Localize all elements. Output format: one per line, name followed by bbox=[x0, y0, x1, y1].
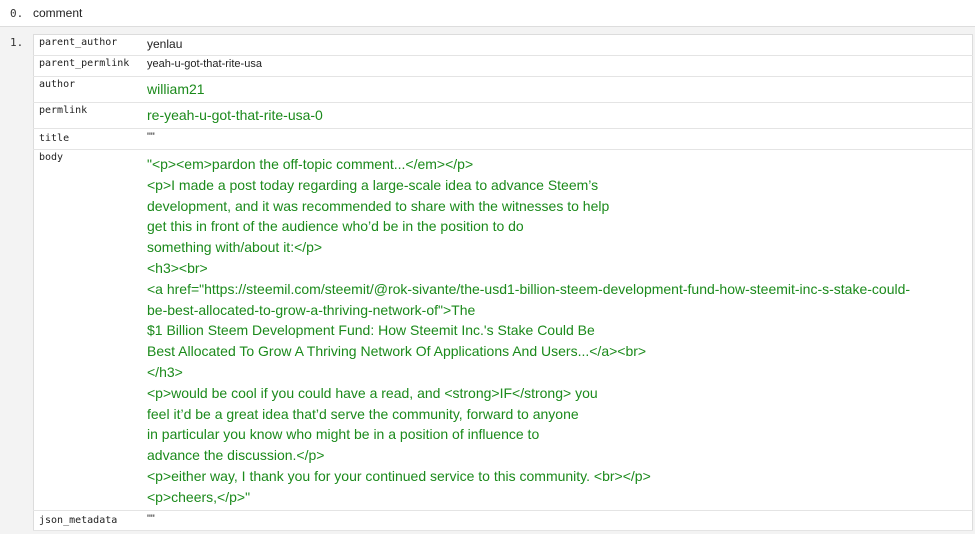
body-line: <h3><br> bbox=[147, 259, 208, 276]
field-value-title: "" bbox=[143, 128, 973, 150]
field-key: parent_permlink bbox=[33, 55, 143, 77]
field-row-parent-permlink: parent_permlink yeah-u-got-that-rite-usa bbox=[33, 55, 973, 77]
body-line: $1 Billion Steem Development Fund: How S… bbox=[147, 322, 595, 339]
operation-row-1: 1. parent_author yenlau parent_permlink … bbox=[0, 27, 975, 534]
operation-row-0: 0. comment bbox=[0, 0, 975, 27]
field-key: body bbox=[33, 149, 143, 511]
field-row-parent-author: parent_author yenlau bbox=[33, 34, 973, 56]
body-line: <a href="https://steemil.com/steemit/@ro… bbox=[147, 280, 911, 297]
field-row-permlink: permlink re-yeah-u-got-that-rite-usa-0 bbox=[33, 102, 973, 129]
operation-type: comment bbox=[33, 6, 83, 20]
body-line: <p>I made a post today regarding a large… bbox=[147, 176, 599, 193]
field-value-parent-permlink: yeah-u-got-that-rite-usa bbox=[143, 55, 973, 77]
body-line: something with/about it:</p> bbox=[147, 239, 323, 256]
field-key: author bbox=[33, 76, 143, 103]
body-line: in particular you know who might be in a… bbox=[147, 426, 540, 443]
field-value-permlink: re-yeah-u-got-that-rite-usa-0 bbox=[143, 102, 973, 129]
body-line: <p>would be cool if you could have a rea… bbox=[147, 384, 598, 401]
body-line: be-best-allocated-to-grow-a-thriving-net… bbox=[147, 301, 476, 318]
operation-index: 1. bbox=[10, 36, 24, 49]
field-row-body: body "<p><em>pardon the off-topic commen… bbox=[33, 149, 973, 511]
operation-fields-table: parent_author yenlau parent_permlink yea… bbox=[33, 34, 973, 531]
body-line: Best Allocated To Grow A Thriving Networ… bbox=[147, 343, 647, 360]
field-row-title: title "" bbox=[33, 128, 973, 150]
body-line: <p>either way, I thank you for your cont… bbox=[147, 467, 651, 484]
field-value-json-metadata: "" bbox=[143, 510, 973, 531]
field-row-json-metadata: json_metadata "" bbox=[33, 510, 973, 531]
body-text: "<p><em>pardon the off-topic comment...<… bbox=[147, 152, 972, 510]
body-line: <p>cheers,</p>" bbox=[147, 488, 251, 505]
body-line: advance the discussion.</p> bbox=[147, 447, 325, 464]
body-line: "<p><em>pardon the off-topic comment...<… bbox=[147, 156, 474, 172]
field-value-parent-author: yenlau bbox=[143, 34, 973, 56]
field-value-author: william21 bbox=[143, 76, 973, 103]
field-key: json_metadata bbox=[33, 510, 143, 531]
body-line: development, and it was recommended to s… bbox=[147, 197, 610, 214]
field-key: title bbox=[33, 128, 143, 150]
body-line: feel it’d be a great idea that’d serve t… bbox=[147, 405, 579, 422]
body-line: get this in front of the audience who’d … bbox=[147, 218, 524, 235]
field-key: parent_author bbox=[33, 34, 143, 56]
field-key: permlink bbox=[33, 102, 143, 129]
body-line: </h3> bbox=[147, 363, 183, 380]
operation-index: 0. bbox=[10, 7, 24, 20]
field-row-author: author william21 bbox=[33, 76, 973, 103]
field-value-body: "<p><em>pardon the off-topic comment...<… bbox=[143, 149, 973, 511]
